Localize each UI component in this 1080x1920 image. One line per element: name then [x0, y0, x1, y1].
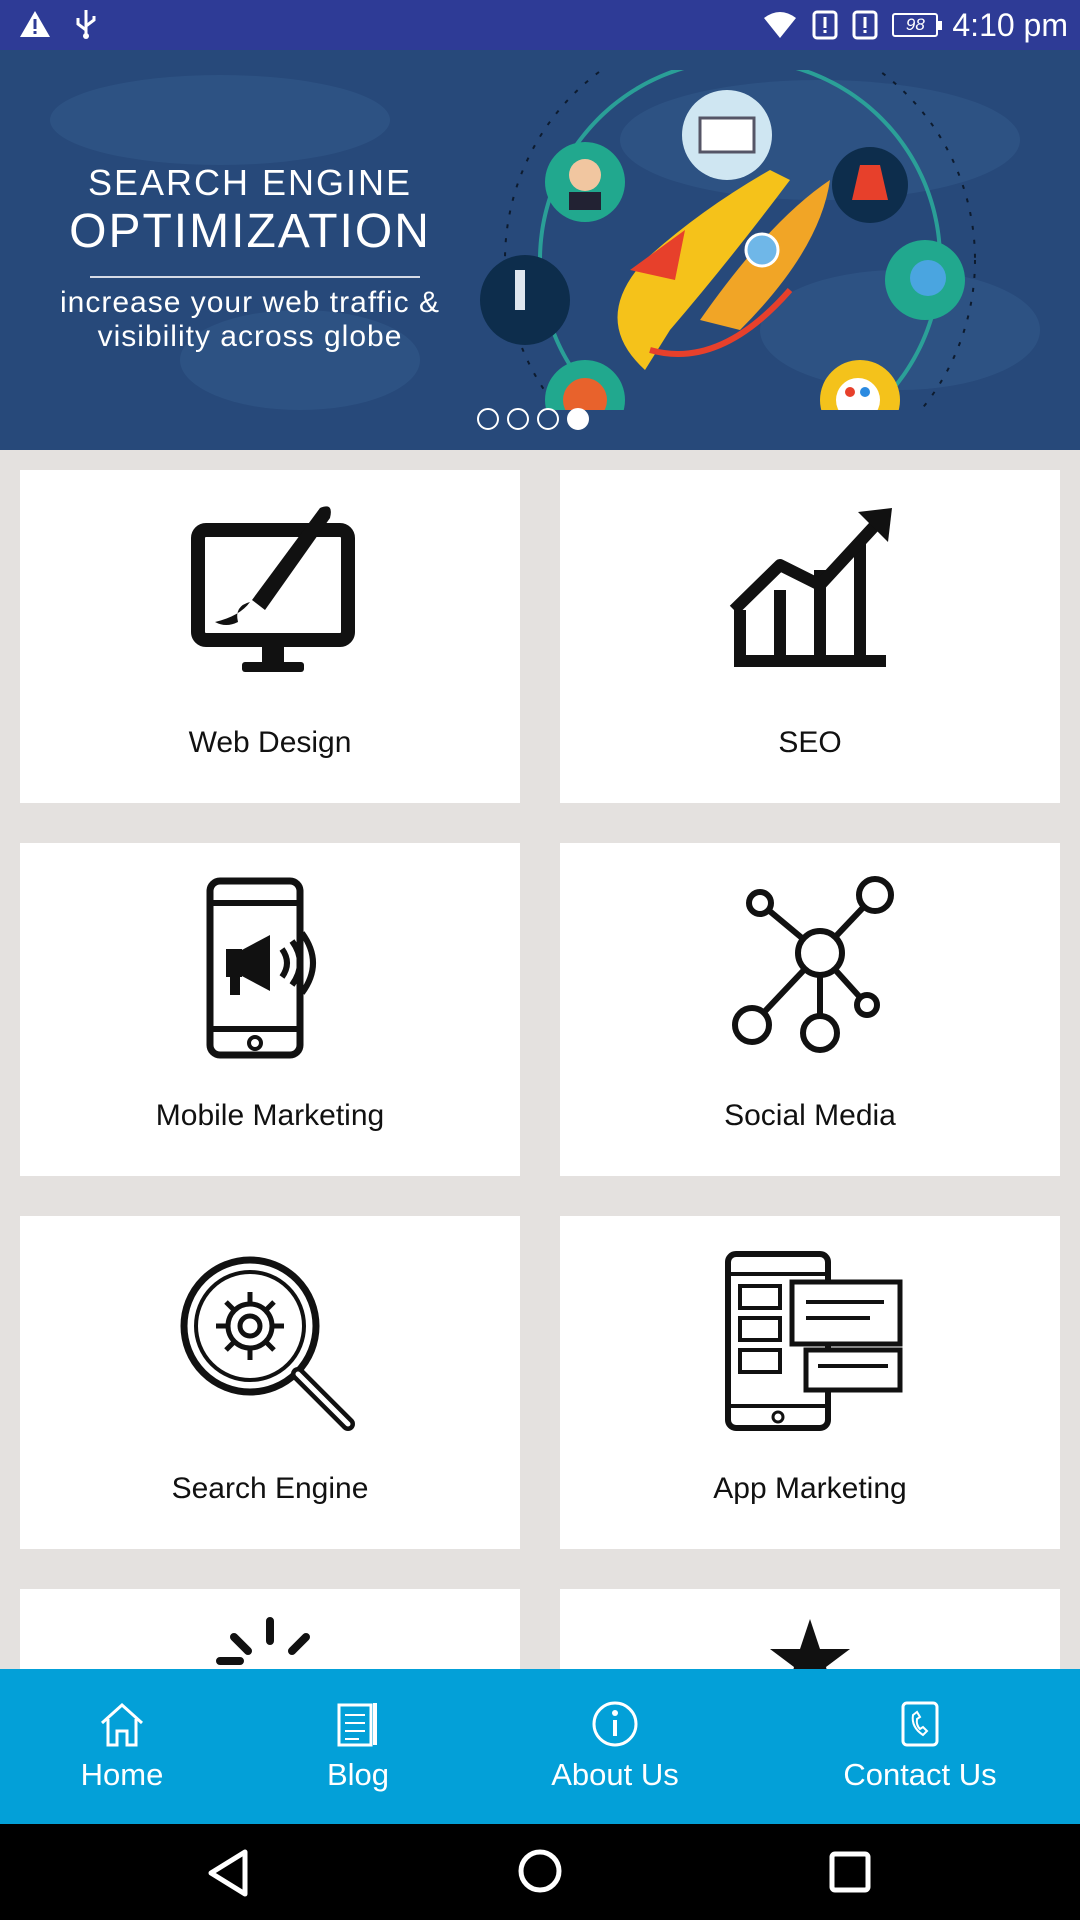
nav-label: About Us — [551, 1757, 679, 1792]
phone-icon — [901, 1701, 939, 1747]
nav-item-contact-us[interactable]: Contact Us — [820, 1669, 1020, 1824]
service-label: Search Engine — [171, 1472, 369, 1505]
service-label: Mobile Marketing — [155, 1099, 385, 1132]
service-label: Web Design — [188, 726, 352, 759]
carousel-dot[interactable] — [477, 408, 499, 430]
service-card-seo[interactable]: SEO — [560, 470, 1060, 803]
nav-item-about-us[interactable]: About Us — [530, 1669, 700, 1824]
phone-megaphone-icon — [206, 877, 316, 1059]
sparkle-icon — [216, 1617, 310, 1665]
system-navigation-bar — [0, 1824, 1080, 1920]
nav-label: Blog — [326, 1757, 390, 1792]
clock: 4:10 pm — [952, 6, 1068, 43]
star-icon — [770, 1619, 850, 1669]
rocket-illustration — [480, 70, 976, 410]
hero-banner[interactable]: SEARCH ENGINE OPTIMIZATION increase your… — [0, 50, 1080, 450]
bottom-navigation: Home Blog About Us Contact Us — [0, 1669, 1080, 1824]
back-icon[interactable] — [205, 1848, 255, 1898]
carousel-dot-active[interactable] — [567, 408, 589, 430]
wifi-icon — [764, 12, 797, 38]
carousel-indicators[interactable] — [477, 408, 589, 430]
nav-label: Contact Us — [843, 1757, 997, 1792]
carousel-dot[interactable] — [507, 408, 529, 430]
nav-label: Home — [80, 1757, 164, 1792]
service-card-social-media[interactable]: Social Media — [560, 843, 1060, 1176]
magnifier-gear-icon — [180, 1256, 355, 1431]
service-card-partial[interactable] — [560, 1589, 1060, 1669]
home-button-icon[interactable] — [515, 1846, 565, 1896]
service-card-app-marketing[interactable]: App Marketing — [560, 1216, 1060, 1549]
service-card-web-design[interactable]: Web Design — [20, 470, 520, 803]
usb-icon — [76, 10, 96, 39]
nav-item-home[interactable]: Home — [42, 1669, 202, 1824]
network-icon — [732, 876, 894, 1053]
growth-chart-icon — [729, 508, 892, 667]
banner-subtitle: increase your web traffic & visibility a… — [60, 286, 440, 353]
status-bar: 98 4:10 pm — [0, 0, 1080, 50]
alert-icon — [852, 10, 878, 40]
banner-title-small: SEARCH ENGINE — [87, 162, 413, 203]
battery-icon: 98 — [892, 13, 943, 37]
home-icon — [100, 1702, 144, 1747]
service-card-mobile-marketing[interactable]: Mobile Marketing — [20, 843, 520, 1176]
carousel-dot[interactable] — [537, 408, 559, 430]
service-card-partial[interactable] — [20, 1589, 520, 1669]
warning-icon — [20, 11, 50, 37]
nav-item-blog[interactable]: Blog — [278, 1669, 438, 1824]
app-screens-icon — [725, 1251, 903, 1431]
monitor-brush-icon — [191, 506, 355, 672]
service-label: Social Media — [724, 1099, 896, 1132]
blog-icon — [337, 1703, 377, 1747]
service-label: App Marketing — [713, 1472, 907, 1505]
banner-divider — [90, 276, 420, 278]
info-icon — [592, 1701, 638, 1747]
service-card-search-engine[interactable]: Search Engine — [20, 1216, 520, 1549]
recent-apps-icon[interactable] — [826, 1848, 876, 1898]
banner-title-big: OPTIMIZATION — [69, 205, 431, 258]
service-label: SEO — [778, 726, 842, 759]
alert-icon — [812, 10, 838, 40]
